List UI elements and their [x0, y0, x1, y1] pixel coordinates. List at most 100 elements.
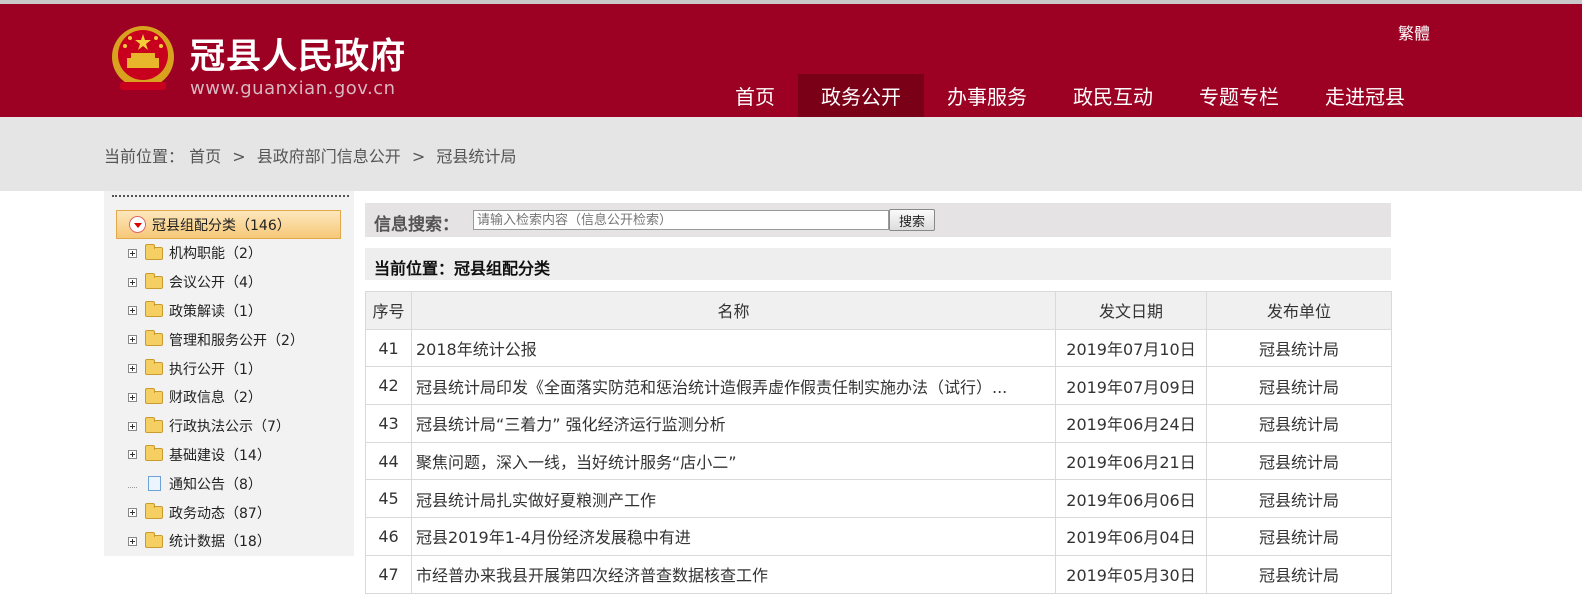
nav-topics[interactable]: 专题专栏: [1176, 74, 1302, 117]
row-publisher: 冠县统计局: [1206, 441, 1392, 481]
tree-item-organization[interactable]: 机构职能（2）: [104, 239, 304, 268]
tree-item-label: 基础建设（14）: [169, 447, 271, 464]
tree-item-notices[interactable]: 通知公告（8）: [104, 469, 304, 498]
folder-icon: [145, 531, 163, 548]
document-title-link[interactable]: 冠县2019年1-4月份经济发展稳中有进: [411, 517, 1056, 556]
folder-icon: [145, 330, 163, 347]
nav-interaction[interactable]: 政民互动: [1050, 74, 1176, 117]
expand-plus-icon[interactable]: [128, 508, 137, 518]
expand-down-icon: [129, 216, 146, 233]
row-date: 2019年07月09日: [1055, 366, 1207, 406]
search-button[interactable]: 搜索: [889, 209, 935, 231]
expand-plus-icon[interactable]: [128, 364, 137, 374]
expand-plus-icon[interactable]: [128, 306, 137, 316]
folder-icon: [145, 272, 163, 289]
tree-item-policy[interactable]: 政策解读（1）: [104, 297, 304, 326]
tree-item-label: 通知公告（8）: [169, 476, 262, 493]
column-header-number: 序号: [365, 291, 412, 330]
tree-item-meetings[interactable]: 会议公开（4）: [104, 268, 304, 297]
row-date: 2019年06月06日: [1055, 479, 1207, 519]
row-date: 2019年06月24日: [1055, 404, 1207, 443]
tree-item-infrastructure[interactable]: 基础建设（14）: [104, 441, 304, 470]
row-number: 46: [365, 517, 412, 556]
document-title-link[interactable]: 冠县统计局印发《全面落实防范和惩治统计造假弄虚作假责任制实施办法（试行）...: [411, 366, 1056, 406]
breadcrumb-separator: >: [411, 147, 426, 166]
tree-item-label: 执行公开（1）: [169, 361, 262, 378]
folder-icon: [145, 416, 163, 433]
row-publisher: 冠县统计局: [1206, 479, 1392, 519]
tree-root-label: 冠县组配分类（146）: [152, 217, 291, 234]
search-input[interactable]: [473, 210, 889, 230]
tree-item-management[interactable]: 管理和服务公开（2）: [104, 325, 304, 354]
tree-item-label: 会议公开（4）: [169, 275, 262, 292]
row-number: 47: [365, 554, 412, 594]
expand-plus-icon[interactable]: [128, 248, 137, 258]
nav-about-county[interactable]: 走进冠县: [1302, 74, 1428, 117]
nav-home[interactable]: 首页: [712, 74, 798, 117]
tree-item-label: 机构职能（2）: [169, 246, 262, 263]
site-title: 冠县人民政府: [190, 37, 407, 77]
traditional-chinese-link[interactable]: 繁體: [1398, 20, 1430, 44]
tree-root-category[interactable]: 冠县组配分类（146）: [116, 210, 341, 239]
table-row: 44 聚焦问题，深入一线，当好统计服务“店小二” 2019年06月21日 冠县统…: [365, 441, 1392, 481]
expand-plus-icon[interactable]: [128, 450, 137, 460]
row-date: 2019年07月10日: [1055, 328, 1207, 368]
tree-item-statistics[interactable]: 统计数据（18）: [104, 527, 304, 556]
tree-item-label: 财政信息（2）: [169, 390, 262, 407]
nav-government-affairs[interactable]: 政务公开: [798, 74, 924, 117]
document-title-link[interactable]: 市经普办来我县开展第四次经济普查数据核查工作: [411, 554, 1056, 594]
search-label: 信息搜索：: [374, 215, 459, 235]
table-row: 43 冠县统计局“三着力” 强化经济运行监测分析 2019年06月24日 冠县统…: [365, 404, 1392, 443]
national-emblem-icon: [112, 26, 174, 90]
info-search-bar: 信息搜索： 搜索: [365, 203, 1391, 237]
column-header-title: 名称: [411, 291, 1056, 330]
expand-plus-icon[interactable]: [128, 277, 137, 287]
folder-icon: [145, 445, 163, 462]
breadcrumb-statistics-bureau[interactable]: 冠县统计局: [436, 147, 516, 166]
folder-icon: [145, 387, 163, 404]
breadcrumb-dept-info[interactable]: 县政府部门信息公开: [257, 147, 401, 166]
table-row: 47 市经普办来我县开展第四次经济普查数据核查工作 2019年05月30日 冠县…: [365, 554, 1392, 594]
document-title-link[interactable]: 聚焦问题，深入一线，当好统计服务“店小二”: [411, 441, 1056, 481]
row-publisher: 冠县统计局: [1206, 404, 1392, 443]
tree-item-finance[interactable]: 财政信息（2）: [104, 383, 304, 412]
tree-item-enforcement[interactable]: 行政执法公示（7）: [104, 412, 304, 441]
tree-item-label: 政策解读（1）: [169, 303, 262, 320]
breadcrumb-separator: >: [232, 147, 246, 166]
row-publisher: 冠县统计局: [1206, 366, 1392, 406]
expand-plus-icon[interactable]: [128, 392, 137, 402]
sidebar-divider: [112, 195, 349, 197]
site-url: www.guanxian.gov.cn: [190, 78, 396, 99]
tree-item-label: 统计数据（18）: [169, 534, 271, 551]
column-header-publisher: 发布单位: [1206, 291, 1392, 330]
row-number: 45: [365, 479, 412, 519]
tree-item-execution[interactable]: 执行公开（1）: [104, 354, 304, 383]
breadcrumb: 当前位置： 首页 > 县政府部门信息公开 > 冠县统计局: [104, 143, 516, 167]
breadcrumb-home[interactable]: 首页: [189, 147, 221, 166]
table-row: 46 冠县2019年1-4月份经济发展稳中有进 2019年06月04日 冠县统计…: [365, 517, 1392, 556]
row-date: 2019年06月04日: [1055, 517, 1207, 556]
table-row: 41 2018年统计公报 2019年07月10日 冠县统计局: [365, 328, 1392, 368]
tree-item-label: 行政执法公示（7）: [169, 419, 290, 436]
row-publisher: 冠县统计局: [1206, 554, 1392, 594]
expand-plus-icon[interactable]: [128, 421, 137, 431]
document-title-link[interactable]: 冠县统计局“三着力” 强化经济运行监测分析: [411, 404, 1056, 443]
document-title-link[interactable]: 冠县统计局扎实做好夏粮测产工作: [411, 479, 1056, 519]
expand-plus-icon[interactable]: [128, 536, 137, 546]
document-title-link[interactable]: 2018年统计公报: [411, 328, 1056, 368]
table-header-row: 序号 名称 发文日期 发布单位: [365, 291, 1392, 330]
tree-item-news[interactable]: 政务动态（87）: [104, 498, 304, 527]
current-location-title: 当前位置：冠县组配分类: [374, 259, 551, 278]
folder-icon: [145, 359, 163, 376]
tree-item-label: 管理和服务公开（2）: [169, 332, 304, 349]
site-header: 冠县人民政府 www.guanxian.gov.cn 繁體 首页 政务公开 办事…: [0, 4, 1582, 117]
row-number: 43: [365, 404, 412, 443]
column-header-date: 发文日期: [1055, 291, 1207, 330]
row-publisher: 冠县统计局: [1206, 328, 1392, 368]
row-number: 42: [365, 366, 412, 406]
row-number: 44: [365, 441, 412, 481]
tree-item-label: 政务动态（87）: [169, 505, 271, 522]
row-number: 41: [365, 328, 412, 368]
nav-services[interactable]: 办事服务: [924, 74, 1050, 117]
expand-plus-icon[interactable]: [128, 335, 137, 345]
